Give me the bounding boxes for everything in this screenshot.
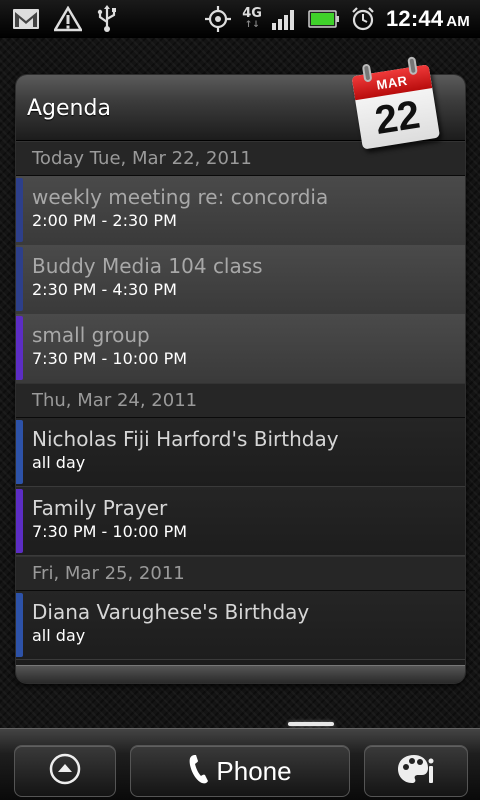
calendar-color-stripe	[16, 316, 23, 380]
calendar-color-stripe	[16, 420, 23, 484]
widget-title: Agenda	[27, 96, 111, 121]
personalize-icon	[396, 752, 436, 790]
event-item[interactable]: small group 7:30 PM - 10:00 PM	[16, 314, 465, 383]
battery-icon	[308, 9, 340, 29]
phone-label: Phone	[216, 755, 292, 786]
launcher-dock: Phone	[0, 728, 480, 800]
calendar-color-stripe	[16, 247, 23, 311]
event-item[interactable]: weekly meeting re: concordia 2:00 PM - 2:…	[16, 176, 465, 245]
alarm-icon	[350, 6, 376, 32]
date-header: Thu, Mar 24, 2011	[16, 383, 465, 418]
phone-icon	[188, 753, 210, 789]
phone-button[interactable]: Phone	[130, 745, 350, 797]
usb-icon	[96, 5, 118, 33]
all-apps-button[interactable]	[14, 745, 116, 797]
event-time: 7:30 PM - 10:00 PM	[32, 522, 188, 541]
agenda-widget[interactable]: Agenda Today Tue, Mar 22, 2011 weekly mee…	[15, 74, 466, 684]
event-time: all day	[32, 453, 86, 472]
calendar-color-stripe	[16, 593, 23, 657]
event-title: Buddy Media 104 class	[32, 254, 263, 278]
event-time: 2:30 PM - 4:30 PM	[32, 280, 177, 299]
arrow-up-icon	[48, 752, 82, 790]
event-title: weekly meeting re: concordia	[32, 185, 329, 209]
agenda-list[interactable]: Today Tue, Mar 22, 2011 weekly meeting re…	[16, 141, 465, 660]
calendar-ring-left	[361, 63, 373, 83]
event-time: 2:00 PM - 2:30 PM	[32, 211, 177, 230]
status-bar[interactable]: 4G ↑↓ 12:44 AM	[0, 0, 480, 38]
widget-footer	[16, 665, 465, 683]
event-title: Family Prayer	[32, 496, 168, 520]
data-activity-icon: ↑↓	[244, 20, 260, 30]
event-title: Diana Varughese's Birthday	[32, 600, 310, 624]
calendar-app-icon[interactable]: MAR 22	[345, 50, 444, 154]
event-item[interactable]: Nicholas Fiji Harford's Birthday all day	[16, 418, 465, 487]
page-indicator	[288, 722, 334, 726]
personalize-button[interactable]	[364, 745, 468, 797]
calendar-color-stripe	[16, 489, 23, 553]
event-time: all day	[32, 626, 86, 645]
signal-icon	[271, 8, 298, 30]
gmail-icon	[12, 8, 40, 30]
clock: 12:44 AM	[386, 6, 470, 32]
gps-icon	[204, 5, 232, 33]
network-type: 4G ↑↓	[242, 6, 262, 30]
event-time: 7:30 PM - 10:00 PM	[32, 349, 188, 368]
warning-icon	[54, 6, 82, 32]
date-header: Fri, Mar 25, 2011	[16, 556, 465, 591]
clock-time: 12:44	[385, 6, 444, 31]
event-item[interactable]: Buddy Media 104 class 2:30 PM - 4:30 PM	[16, 245, 465, 314]
network-type-label: 4G	[242, 6, 262, 21]
event-item[interactable]: Diana Varughese's Birthday all day	[16, 591, 465, 660]
clock-ampm: AM	[446, 13, 470, 30]
event-item[interactable]: Family Prayer 7:30 PM - 10:00 PM	[16, 487, 465, 556]
event-title: Nicholas Fiji Harford's Birthday	[32, 427, 339, 451]
calendar-color-stripe	[16, 178, 23, 242]
calendar-ring-right	[407, 56, 418, 76]
event-title: small group	[32, 323, 150, 347]
